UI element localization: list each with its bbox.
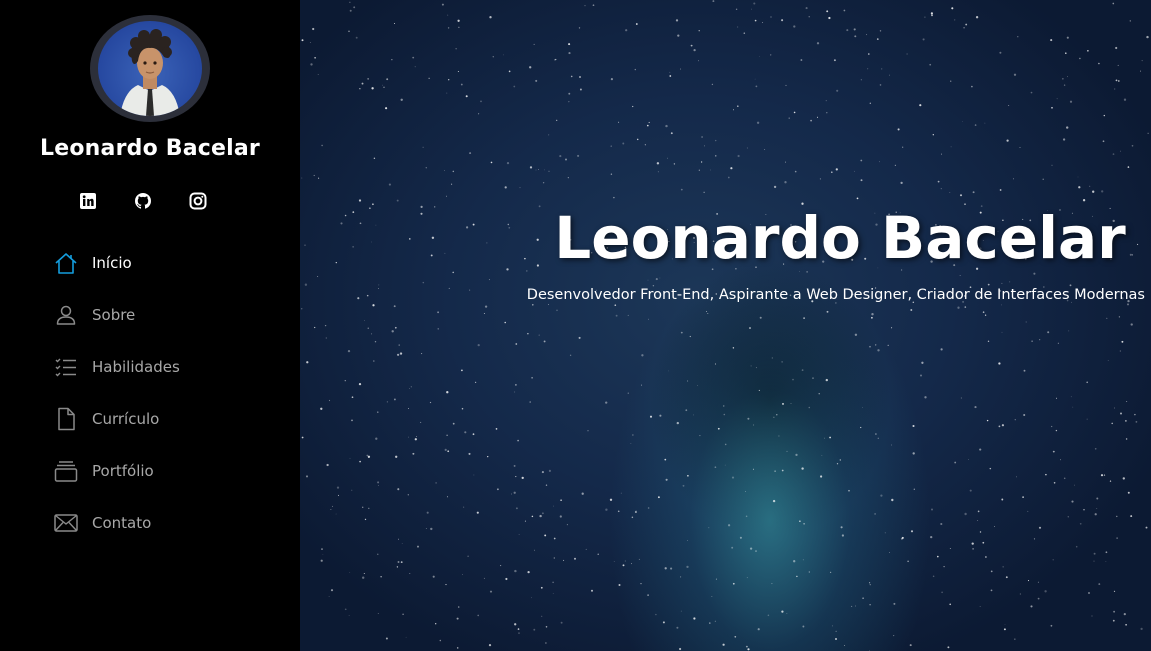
profile-name: Leonardo Bacelar <box>40 136 260 161</box>
hero-title: Leonardo Bacelar <box>554 204 1126 272</box>
linkedin-icon <box>80 193 96 209</box>
page: Leonardo Bacelar Início Sobre Habilidade… <box>0 0 1151 651</box>
nav-item-contato[interactable]: Contato <box>53 509 273 537</box>
nav-label-habilidades: Habilidades <box>92 358 180 376</box>
list-check-icon <box>53 354 79 380</box>
envelope-icon <box>53 510 79 536</box>
avatar-illustration <box>120 29 180 116</box>
nav-label-inicio: Início <box>92 254 132 272</box>
avatar <box>98 21 202 116</box>
nav-label-portfolio: Portfólio <box>92 462 154 480</box>
nav-label-curriculo: Currículo <box>92 410 160 428</box>
sidebar: Leonardo Bacelar Início Sobre Habilidade… <box>0 0 300 651</box>
nav-label-sobre: Sobre <box>92 306 136 324</box>
nav-label-contato: Contato <box>92 514 152 532</box>
nav-item-inicio[interactable]: Início <box>53 249 273 277</box>
user-icon <box>53 302 79 328</box>
nav-item-habilidades[interactable]: Habilidades <box>53 353 273 381</box>
nav-item-portfolio[interactable]: Portfólio <box>53 457 273 485</box>
linkedin-link[interactable] <box>78 191 98 211</box>
collection-icon <box>53 458 79 484</box>
instagram-icon <box>189 192 207 210</box>
social-links <box>0 191 300 211</box>
avatar-frame <box>90 15 210 122</box>
hero-section: Leonardo Bacelar Desenvolvedor Front-End… <box>300 0 1151 651</box>
starfield-background <box>300 0 1149 651</box>
github-link[interactable] <box>133 191 153 211</box>
nav-item-curriculo[interactable]: Currículo <box>53 405 273 433</box>
nav-item-sobre[interactable]: Sobre <box>53 301 273 329</box>
hero-subtitle: Desenvolvedor Front-End, Aspirante a Web… <box>526 287 1145 303</box>
github-icon <box>134 193 152 209</box>
instagram-link[interactable] <box>188 191 208 211</box>
home-icon <box>53 250 79 276</box>
file-icon <box>53 406 79 432</box>
